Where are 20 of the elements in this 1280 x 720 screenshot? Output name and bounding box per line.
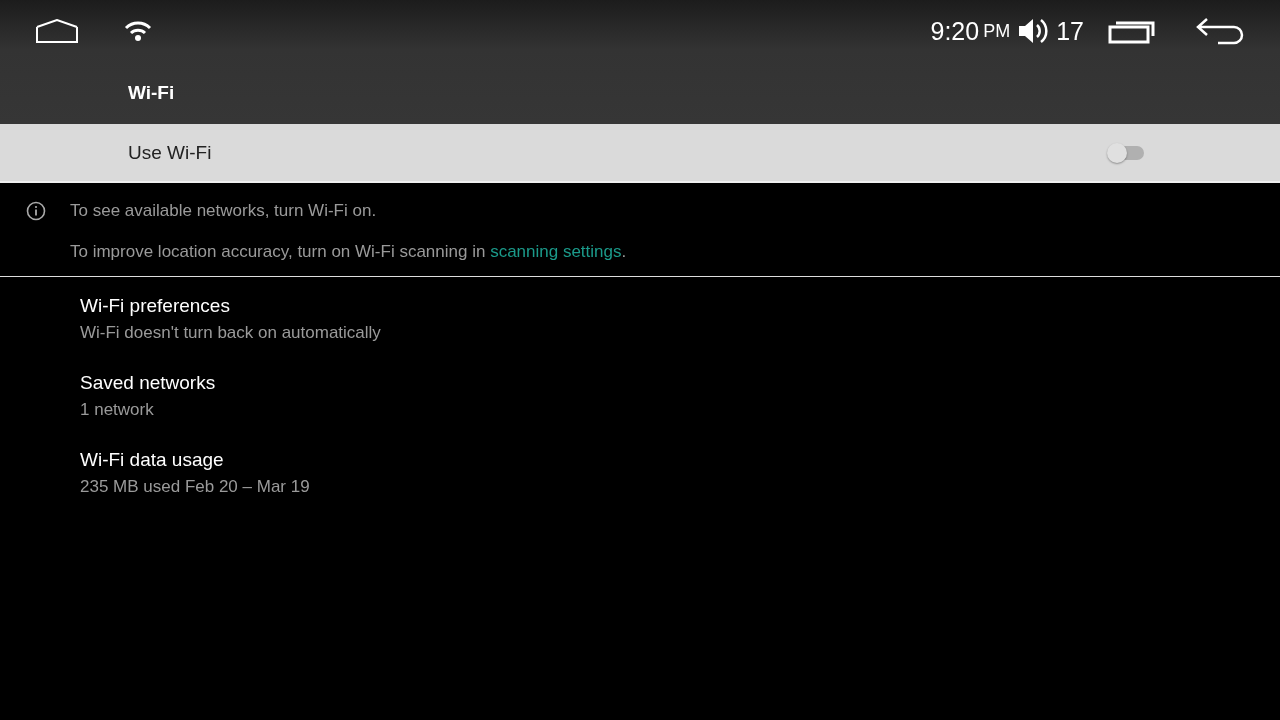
info-message: To see available networks, turn Wi-Fi on. (70, 201, 378, 221)
info-icon (26, 201, 46, 221)
volume-level: 17 (1056, 16, 1084, 46)
preference-summary: Wi-Fi doesn't turn back on automatically (80, 323, 382, 343)
preference-summary: 1 network (80, 400, 155, 420)
wifi-icon (124, 20, 152, 42)
screen-title: Wi-Fi (127, 81, 176, 105)
preference-summary: 235 MB used Feb 20 – Mar 19 (80, 477, 311, 497)
scanning-settings-link[interactable]: scanning settings (490, 242, 622, 261)
back-icon[interactable] (1196, 17, 1244, 45)
volume-icon (1018, 16, 1051, 46)
home-icon[interactable] (36, 19, 78, 43)
clock-time: 9:20 (930, 16, 980, 46)
scanning-note: To improve location accuracy, turn on Wi-Fi scanning in scanning settings. (70, 242, 627, 262)
wifi-toggle[interactable] (1110, 145, 1144, 160)
preference-title[interactable]: Wi-Fi preferences (80, 295, 1280, 317)
preference-title[interactable]: Wi-Fi data usage (80, 449, 1280, 471)
clock-meridiem: PM (983, 20, 1011, 42)
preference-title[interactable]: Saved networks (80, 372, 1280, 394)
switch-label: Use Wi-Fi (128, 141, 213, 164)
